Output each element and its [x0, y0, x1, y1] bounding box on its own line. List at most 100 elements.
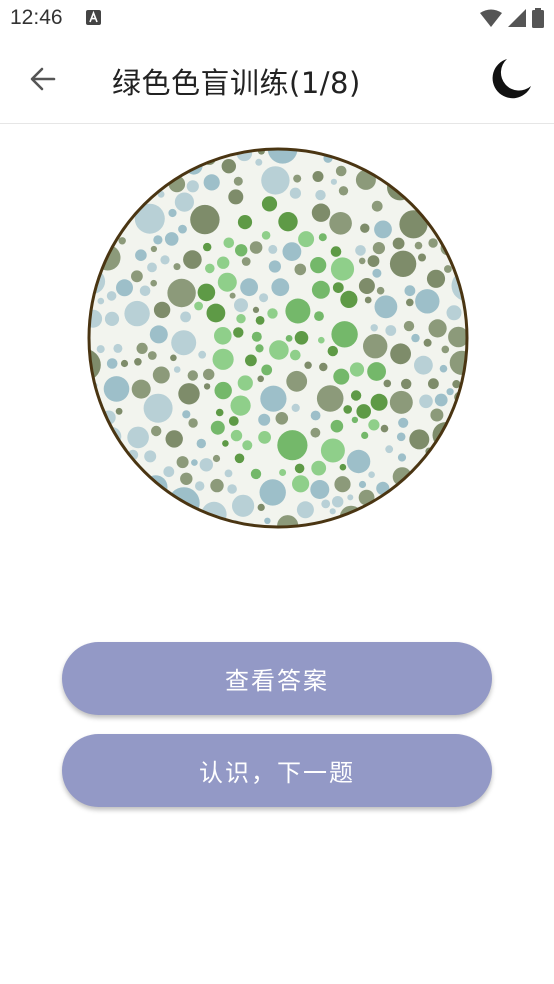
plate-dot: [234, 298, 248, 313]
plate-dot: [329, 508, 336, 515]
plate-dot: [236, 314, 246, 324]
plate-dot: [255, 316, 265, 325]
plate-dot: [311, 280, 330, 299]
plate-dot: [316, 385, 344, 412]
show-answer-button[interactable]: 查看答案: [62, 642, 492, 715]
plate-dot: [233, 327, 244, 338]
plate-dot: [214, 327, 232, 345]
plate-dot: [439, 364, 448, 373]
plate-dot: [321, 499, 331, 509]
plate-dot: [127, 426, 149, 449]
plate-dot: [205, 263, 215, 274]
plate-dot: [234, 453, 245, 464]
plate-dot: [398, 417, 409, 428]
plate-dot: [358, 480, 367, 489]
plate-dot: [237, 215, 253, 230]
plate-dot: [131, 270, 143, 283]
plate-dot: [120, 359, 129, 368]
plate-dot: [147, 262, 157, 273]
plate-dot: [168, 208, 177, 218]
next-question-button[interactable]: 认识，下一题: [62, 734, 492, 807]
plate-dot: [135, 249, 147, 261]
plate-dot: [315, 189, 326, 201]
plate-dot: [173, 366, 181, 373]
plate-dot: [224, 469, 233, 478]
dark-mode-toggle[interactable]: [488, 56, 534, 102]
plate-dot: [347, 494, 354, 501]
plate-dot: [392, 467, 412, 487]
plate-dot: [124, 300, 150, 327]
plate-dot: [134, 358, 142, 366]
plate-dot: [255, 344, 264, 353]
plate-dot: [259, 293, 269, 303]
plate-dot: [294, 463, 305, 474]
plate-dot: [139, 285, 151, 297]
plate-dot: [259, 479, 286, 506]
plate-dot: [399, 210, 428, 239]
plate-dot: [203, 383, 211, 390]
plate-dot: [163, 466, 175, 478]
plate-dot: [338, 186, 349, 196]
plate-dot: [171, 330, 197, 356]
plate-dot: [136, 342, 148, 354]
plate-dot: [269, 340, 289, 360]
plate-dot: [355, 245, 366, 256]
plate-dot: [240, 278, 258, 297]
plate-dot: [392, 237, 405, 250]
plate-dot: [310, 410, 321, 421]
plate-dot: [428, 238, 438, 248]
plate-dot: [406, 298, 414, 307]
status-icons: [480, 8, 544, 32]
plate-dot: [255, 158, 263, 166]
plate-dot: [152, 366, 170, 384]
plate-dot: [267, 308, 278, 319]
plate-dot: [173, 263, 181, 271]
plate-dot: [221, 159, 236, 174]
plate-dot: [180, 472, 193, 485]
battery-icon: [532, 8, 544, 32]
plate-dot: [214, 381, 232, 400]
plate-dot: [210, 478, 224, 493]
plate-dot: [227, 484, 237, 494]
plate-dot: [423, 338, 432, 347]
page-title: 绿色色盲训练(1/8): [112, 66, 361, 100]
arrow-left-icon: [30, 67, 56, 91]
plate-dot: [349, 362, 365, 377]
plate-dot: [235, 244, 248, 257]
plate-dot: [230, 395, 251, 416]
plate-dot: [428, 378, 439, 390]
plate-dot: [372, 242, 385, 255]
plate-dot: [368, 471, 375, 479]
plate-dot: [237, 375, 253, 391]
plate-dot: [104, 311, 120, 326]
plate-dot: [232, 494, 255, 517]
plate-dot: [380, 424, 389, 433]
plate-dot: [261, 364, 273, 376]
plate-dot: [186, 180, 199, 193]
plate-dot: [363, 334, 388, 359]
plate-dot: [160, 255, 170, 265]
plate-dot: [106, 291, 117, 301]
back-button[interactable]: [26, 62, 60, 96]
plate-dot: [167, 278, 196, 308]
plate-dot: [275, 412, 289, 425]
plate-dot: [165, 430, 183, 448]
plate-dot: [250, 468, 262, 480]
plate-dot: [118, 237, 126, 245]
plate-dot: [261, 166, 290, 195]
plate-dot: [203, 174, 220, 191]
plate-dot: [217, 256, 230, 269]
plate-dot: [278, 212, 298, 232]
plate-dot: [411, 333, 420, 343]
plate-dot: [233, 176, 243, 186]
plate-dot: [206, 303, 226, 323]
plate-dot: [153, 235, 163, 245]
plate-dot: [188, 418, 198, 428]
plate-dot: [183, 250, 202, 269]
plate-dot: [446, 305, 462, 321]
plate-dot: [228, 189, 244, 205]
plate-dot: [212, 348, 234, 370]
plate-dot: [229, 292, 236, 299]
plate-dot: [285, 335, 293, 342]
plate-dot: [116, 279, 133, 297]
